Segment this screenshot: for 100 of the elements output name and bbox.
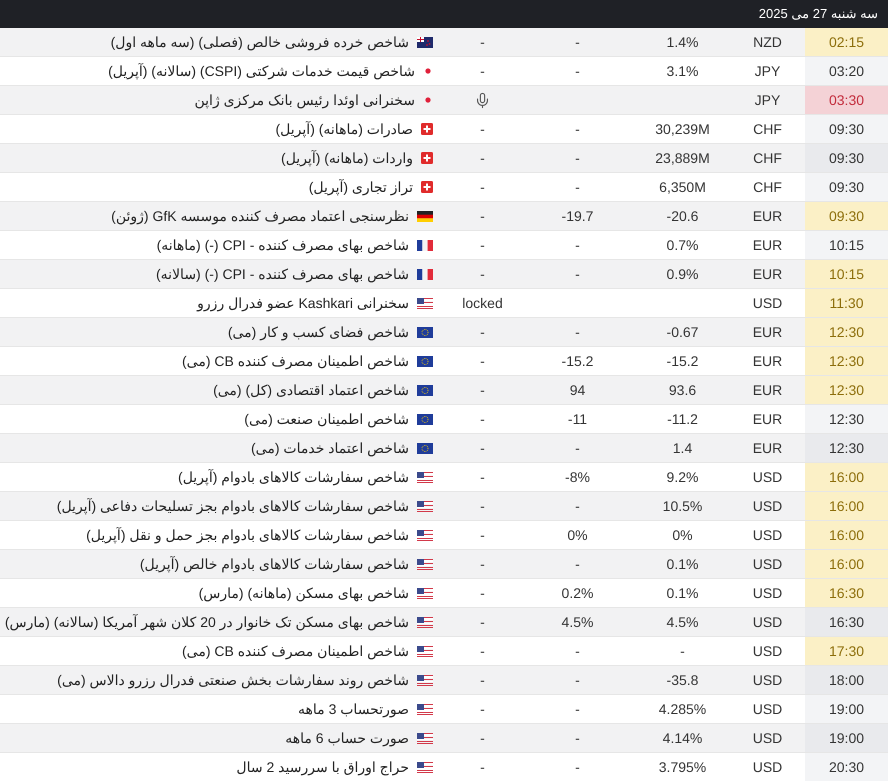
currency-cell-text: USD [752,671,784,690]
currency-cell-text: USD [752,642,784,661]
flag-icon [417,240,433,250]
time-cell: 10:15 [805,260,888,288]
table-cell-text: 0% [671,526,694,545]
table-cell-text: 30,239M [654,120,711,139]
table-cell-text: 0.9% [666,265,700,284]
table-cell-text: - [479,178,486,197]
table-cell-text: - [479,149,486,168]
time-cell: 09:30 [805,115,888,143]
flag-icon [417,530,433,540]
table-cell-text: 8%- [564,468,591,487]
time-cell: 19:00 [805,695,888,723]
currency-cell-text: USD [752,468,784,487]
table-cell-text: - [479,613,486,632]
time-cell: 16:00 [805,463,888,491]
flag-icon [417,442,433,454]
table-cell-text: - [574,178,581,197]
table-cell-text: 19.7- [560,207,594,226]
table-cell-text: - [479,439,486,458]
table-cell-text: - [479,33,486,52]
table-cell-text: 23,889M [654,149,711,168]
time-cell: 16:00 [805,550,888,578]
table-cell-text: locked [461,294,504,313]
currency-cell-text: USD [752,294,784,313]
event-name: شاخص بهای مصرف کننده - CPI (-) (سالانه) [156,266,409,282]
currency-cell-text: EUR [752,265,784,284]
time-cell: 16:30 [805,579,888,607]
table-cell-text: - [574,62,581,81]
table-cell-text: 15.2- [560,352,594,371]
currency-cell-text: EUR [752,439,784,458]
currency-cell-text: EUR [752,207,784,226]
date-heading: سه شنبه 27 می 2025 [758,6,878,22]
flag-icon [417,704,433,714]
flag-icon [417,500,433,512]
flag-icon [417,616,433,628]
currency-cell-text: USD [752,497,784,516]
table-cell-text: - [574,265,581,284]
time-cell: 16:00 [805,492,888,520]
currency-cell-text: CHF [752,178,783,197]
table-cell-text: - [479,381,486,400]
currency-cell-text: EUR [752,352,784,371]
time-cell: 12:30 [805,434,888,462]
time-cell: 12:30 [805,318,888,346]
flag-icon [417,732,433,744]
table-cell-text: 10.5% [662,497,704,516]
event-name: شاخص خرده فروشی خالص (فصلی) (سه ماهه اول) [110,34,409,50]
table-cell-text: - [479,323,486,342]
flag-icon [417,268,433,280]
table-cell-text: - [479,642,486,661]
currency-cell-text: NZD [752,33,783,52]
time-cell: 09:30 [805,202,888,230]
table-cell-text: - [479,700,486,719]
table-cell-text: - [574,555,581,574]
event-name: شاخص اطمینان مصرف کننده CB (می) [182,352,409,370]
table-cell-text: 0.1% [666,584,700,603]
flag-icon [421,152,433,164]
event-name: شاخص بهای مصرف کننده - CPI (-) (ماهانه) [156,236,409,254]
table-cell-text: 1.4% [666,33,700,52]
event-name: شاخص اعتماد اقتصادی (کل) (می) [213,382,409,398]
currency-cell-text: USD [752,555,784,574]
table-cell-text: - [479,120,486,139]
flag-icon [417,298,433,308]
table-cell-text: 4.5% [560,613,594,632]
table-cell-text: - [479,236,486,255]
currency-cell-text: CHF [752,149,783,168]
flag-icon [417,36,433,48]
event-name: شاخص روند سفارشات بخش صنعتی فدرال رزرو دالاس (می) [57,672,409,688]
event-name: شاخص بهای مسکن (ماهانه) (مارس) [198,584,409,602]
event-name: شاخص سفارشات کالاهای بادوام بجز حمل و نقل (آپریل) [86,526,409,544]
table-cell-text: - [479,207,486,226]
table-cell-text: - [574,671,581,690]
currency-cell-text: CHF [752,120,783,139]
flag-icon [417,210,433,222]
currency-cell-text: JPY [754,62,782,81]
table-cell-text: 94 [568,381,586,400]
table-cell-text: - [574,700,581,719]
flag-icon [417,384,433,396]
table-cell-text: - [479,671,486,690]
table-cell-text: - [679,642,686,661]
table-cell-text: - [479,758,486,777]
table-cell-text: 11- [566,410,588,429]
event-name: شاخص فضای کسب و کار (می) [228,324,409,340]
time-cell: 02:15 [805,28,888,56]
flag-icon [417,326,433,338]
table-cell-text: - [479,555,486,574]
flag-icon [421,181,433,193]
event-name: نظرسنجی اعتماد مصرف کننده موسسه GfK (ژوئن) [111,208,409,224]
table-cell-text: - [574,120,581,139]
table-cell-text: - [574,642,581,661]
table-cell-text: - [479,729,486,748]
table-cell-text: 4.5% [666,613,700,632]
table-cell-text: 1.4 [672,439,694,458]
currency-cell-text: USD [752,613,784,632]
flag-icon [417,646,433,656]
time-cell: 19:00 [805,724,888,752]
event-name: تراز تجاری (آپریل) [308,178,413,196]
currency-cell-text: USD [752,700,784,719]
event-name: واردات (ماهانه) (آپریل) [281,150,413,166]
time-cell: 20:30 [805,753,888,781]
